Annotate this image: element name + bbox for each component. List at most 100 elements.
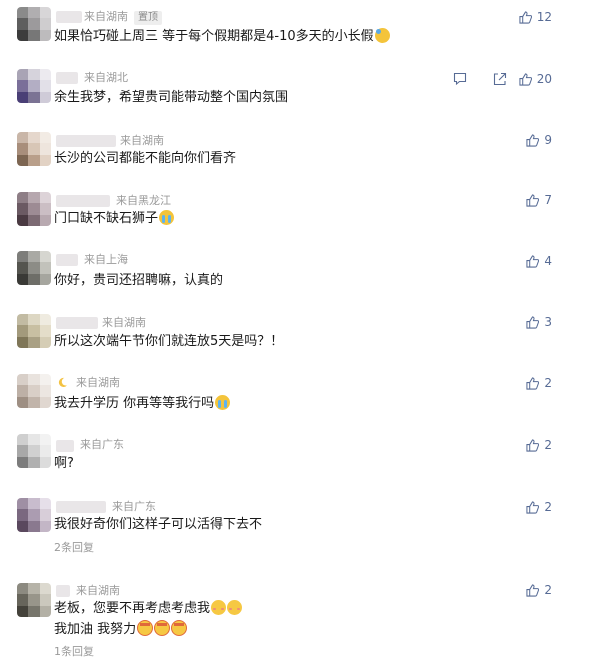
comment-text: 你好，贵司还招聘嘛，认真的 xyxy=(54,272,223,290)
like-count: 9 xyxy=(544,133,552,147)
location-text: 来自湖南 xyxy=(102,316,146,329)
avatar[interactable] xyxy=(17,251,51,285)
avatar[interactable] xyxy=(17,314,51,348)
username-blurred[interactable] xyxy=(56,195,110,207)
comment-text: 啊? xyxy=(54,455,74,473)
like-button[interactable]: 4 xyxy=(526,254,552,268)
comment-item: 来自湖南 置顶 如果恰巧碰上周三 等于每个假期都是4-10多天的小长假 12 xyxy=(0,0,600,58)
like-count: 2 xyxy=(544,500,552,514)
comment-text: 老板，您要不再考虑考虑我 xyxy=(54,600,243,618)
reply-count-link[interactable]: 2条回复 xyxy=(54,541,94,555)
like-button[interactable]: 3 xyxy=(526,315,552,329)
username-blurred[interactable] xyxy=(56,11,82,23)
like-button[interactable]: 2 xyxy=(526,500,552,514)
thumbs-up-icon xyxy=(526,193,540,207)
comment-text-content: 所以这次端午节你们就连放5天是吗？！ xyxy=(54,334,284,349)
location-label: 来自湖南 xyxy=(76,376,120,390)
avatar[interactable] xyxy=(17,69,51,103)
comment-text-line-2: 我加油 我努力 xyxy=(54,620,188,639)
like-button[interactable]: 7 xyxy=(526,193,552,207)
username-blurred[interactable] xyxy=(56,72,78,84)
like-count: 12 xyxy=(536,10,552,24)
comment-text: 我很好奇你们这样子可以活得下去不 xyxy=(54,516,262,534)
fist-emoji-icon xyxy=(154,620,171,636)
fist-emoji-icon xyxy=(137,620,154,636)
username-blurred[interactable] xyxy=(56,440,74,452)
like-count: 2 xyxy=(544,438,552,452)
thumbs-up-icon xyxy=(519,10,532,24)
comment-text-content: 我加油 我努力 xyxy=(54,622,137,637)
reply-count-link[interactable]: 1条回复 xyxy=(54,645,94,659)
comment-text-content: 我去升学历 你再等等我行吗 xyxy=(54,396,215,411)
username-blurred[interactable] xyxy=(56,501,106,513)
comment-text-content: 老板，您要不再考虑考虑我 xyxy=(54,601,211,616)
comment-text: 我去升学历 你再等等我行吗 xyxy=(54,395,231,413)
thumbs-up-icon xyxy=(526,500,540,514)
location-text: 来自黑龙江 xyxy=(116,194,171,207)
blush-emoji-icon xyxy=(227,600,243,615)
comment-text: 如果恰巧碰上周三 等于每个假期都是4-10多天的小长假 xyxy=(54,28,390,46)
pinned-badge: 置顶 xyxy=(134,11,162,25)
comment-text-content: 长沙的公司都能不能向你们看齐 xyxy=(54,151,237,166)
comment-item: 来自广东 我很好奇你们这样子可以活得下去不 2条回复 2 xyxy=(0,484,600,566)
like-count: 2 xyxy=(544,376,552,390)
comment-text-content: 余生我梦，希望贵司能带动整个国内氛围 xyxy=(54,90,289,105)
thumbs-up-icon xyxy=(526,438,540,452)
thumbs-up-icon xyxy=(526,583,540,597)
avatar[interactable] xyxy=(17,374,51,408)
like-button[interactable]: 2 xyxy=(526,376,552,390)
comment-text: 所以这次端午节你们就连放5天是吗？！ xyxy=(54,333,283,351)
sweat-emoji-icon xyxy=(374,28,390,43)
like-button[interactable]: 2 xyxy=(526,438,552,452)
location-label: 来自湖南 置顶 xyxy=(84,10,162,25)
comment-item: 来自上海 你好，贵司还招聘嘛，认真的 4 xyxy=(0,240,600,302)
comment-item: 来自湖南 长沙的公司都能不能向你们看齐 9 xyxy=(0,120,600,180)
like-button[interactable]: 9 xyxy=(526,133,552,147)
like-button[interactable]: 2 xyxy=(526,583,552,597)
share-icon[interactable] xyxy=(493,72,507,86)
location-label: 来自湖南 xyxy=(102,316,146,330)
username-blurred[interactable] xyxy=(56,317,98,329)
location-label: 来自黑龙江 xyxy=(116,194,171,208)
comment-item: 来自广东 啊? 2 xyxy=(0,422,600,484)
like-count: 2 xyxy=(544,583,552,597)
comment-text-content: 门口缺不缺石狮子 xyxy=(54,211,159,226)
reply-icon[interactable] xyxy=(453,72,467,86)
like-button[interactable]: 12 xyxy=(519,10,552,24)
location-label: 来自湖南 xyxy=(76,584,120,598)
avatar[interactable] xyxy=(17,7,51,41)
location-text: 来自广东 xyxy=(112,500,156,513)
like-count: 3 xyxy=(544,315,552,329)
thumbs-up-icon xyxy=(526,254,540,268)
username-blurred[interactable] xyxy=(56,585,70,597)
comment-item: 来自湖南 我去升学历 你再等等我行吗 2 xyxy=(0,362,600,422)
comment-text: 门口缺不缺石狮子 xyxy=(54,210,175,228)
like-count: 4 xyxy=(544,254,552,268)
like-button[interactable]: 20 xyxy=(519,72,552,86)
comment-item: 来自湖北 余生我梦，希望贵司能带动整个国内氛围 20 xyxy=(0,58,600,120)
comment-text: 长沙的公司都能不能向你们看齐 xyxy=(54,150,236,168)
username-blurred[interactable] xyxy=(56,254,78,266)
thumbs-up-icon xyxy=(526,133,540,147)
comment-text-content: 你好，贵司还招聘嘛，认真的 xyxy=(54,273,224,288)
location-label: 来自上海 xyxy=(84,253,128,267)
blush-emoji-icon xyxy=(211,600,227,615)
thumbs-up-icon xyxy=(526,376,540,390)
location-text: 来自湖南 xyxy=(84,10,128,23)
avatar[interactable] xyxy=(17,132,51,166)
location-label: 来自广东 xyxy=(112,500,156,514)
location-text: 来自湖南 xyxy=(76,584,120,597)
comment-text-content: 如果恰巧碰上周三 等于每个假期都是4-10多天的小长假 xyxy=(54,29,374,44)
comment-item: 来自湖南 老板，您要不再考虑考虑我 我加油 我努力 1条回复 2 xyxy=(0,566,600,666)
crying-emoji-icon xyxy=(159,210,175,225)
location-text: 来自湖南 xyxy=(76,376,120,389)
location-text: 来自湖北 xyxy=(84,71,128,84)
location-label: 来自湖北 xyxy=(84,71,128,85)
avatar[interactable] xyxy=(17,192,51,226)
comment-text: 余生我梦，希望贵司能带动整个国内氛围 xyxy=(54,89,288,107)
avatar[interactable] xyxy=(17,434,51,468)
avatar[interactable] xyxy=(17,583,51,617)
username-blurred[interactable] xyxy=(56,135,116,147)
location-text: 来自湖南 xyxy=(120,134,164,147)
avatar[interactable] xyxy=(17,498,51,532)
